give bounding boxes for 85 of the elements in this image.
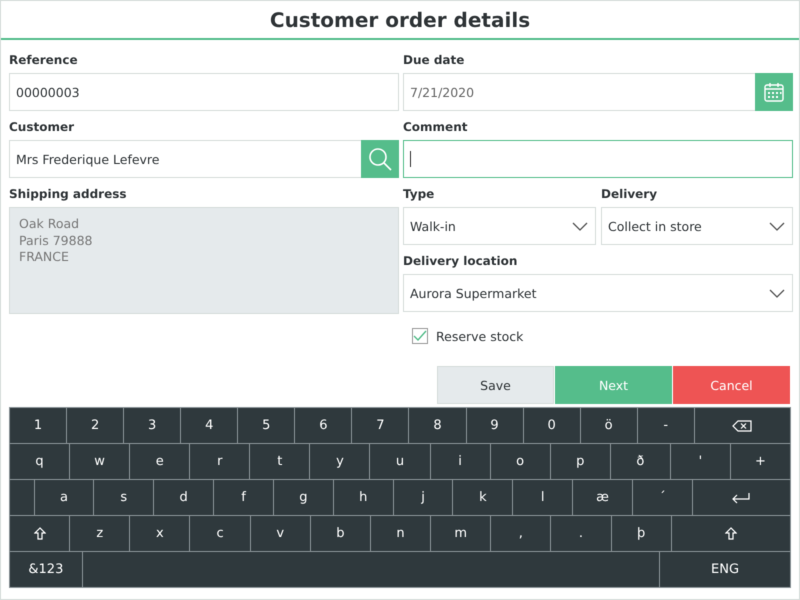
keyboard-key[interactable]: p (550, 444, 610, 479)
backspace-icon (732, 420, 752, 432)
save-button[interactable]: Save (437, 366, 554, 404)
checkbox[interactable] (412, 328, 428, 344)
chevron-down-icon (572, 222, 588, 230)
keyboard-key[interactable]: ' (670, 444, 730, 479)
keyboard-key[interactable]: 6 (295, 408, 352, 443)
shift-icon (724, 527, 737, 540)
search-button[interactable] (361, 140, 399, 178)
keyboard-key[interactable]: ´ (632, 480, 692, 515)
address-line: FRANCE (19, 249, 69, 266)
field-label: Delivery (601, 186, 658, 202)
shift-key[interactable] (10, 516, 70, 551)
address-line: Paris 79888 (19, 232, 92, 249)
language-key[interactable]: ENG (660, 552, 790, 587)
keyboard-key[interactable]: - (638, 408, 694, 443)
keyboard-key[interactable]: z (70, 516, 130, 551)
comment-field[interactable] (403, 140, 793, 178)
symbols-key[interactable]: &123 (10, 552, 82, 587)
keyboard-key[interactable]: l (513, 480, 572, 515)
field-label: Shipping address (9, 186, 127, 202)
keyboard-key[interactable]: j (394, 480, 452, 515)
keyboard-key[interactable]: 2 (67, 408, 124, 443)
keyboard-key[interactable]: a (34, 480, 94, 515)
keyboard-key[interactable]: ð (610, 444, 670, 479)
keyboard-key[interactable]: q (10, 444, 70, 479)
keyboard-key[interactable]: v (250, 516, 310, 551)
keyboard-key[interactable]: o (490, 444, 550, 479)
keyboard-key[interactable]: . (551, 516, 611, 551)
keyboard-key[interactable]: d (154, 480, 214, 515)
dropdown[interactable]: Collect in store (601, 207, 793, 245)
keyboard-key[interactable]: 7 (352, 408, 408, 443)
keyboard-key[interactable]: 3 (124, 408, 180, 443)
keyboard-key[interactable]: 8 (409, 408, 466, 443)
field-label: Delivery location (403, 253, 518, 269)
keyboard-key[interactable]: e (130, 444, 190, 479)
shift-icon (34, 527, 46, 540)
keyboard-key[interactable]: , (491, 516, 550, 551)
field-label: Due date (403, 52, 464, 68)
keyboard-key[interactable]: m (431, 516, 490, 551)
keyboard-key[interactable]: u (370, 444, 430, 479)
keyboard-key[interactable]: s (94, 480, 154, 515)
keyboard-key[interactable]: þ (612, 516, 671, 551)
field-label: Type (403, 186, 434, 202)
keyboard-key[interactable]: y (310, 444, 370, 479)
enter-key[interactable] (692, 480, 790, 515)
address-line: Oak Road (19, 216, 80, 232)
enter-icon (731, 492, 752, 504)
date-field[interactable]: 7/21/2020 (403, 73, 793, 111)
calendar-icon (763, 81, 785, 103)
field-label: Reference (9, 52, 78, 68)
keyboard-key[interactable]: b (310, 516, 370, 551)
reference-field[interactable]: 00000003 (9, 73, 399, 111)
keyboard-key[interactable]: 5 (238, 408, 294, 443)
keyboard-key[interactable]: g (274, 480, 333, 515)
keyboard-key[interactable]: 0 (524, 408, 580, 443)
keyboard-key[interactable]: 9 (466, 408, 523, 443)
field-label: Comment (403, 119, 468, 135)
keyboard-key[interactable]: n (370, 516, 430, 551)
search-icon (368, 147, 392, 171)
backspace-key[interactable] (694, 408, 790, 443)
checkbox-label: Reserve stock (436, 328, 524, 344)
shift-key[interactable] (672, 516, 790, 551)
keyboard-key[interactable]: h (334, 480, 393, 515)
field-label: Customer (9, 119, 74, 135)
dropdown[interactable]: Aurora Supermarket (403, 274, 793, 312)
page-title: Customer order details (270, 8, 530, 32)
keyboard-key[interactable]: t (250, 444, 310, 479)
keyboard-key[interactable]: f (214, 480, 273, 515)
keyboard-key[interactable]: r (190, 444, 250, 479)
keyboard-key[interactable]: 1 (10, 408, 66, 443)
keyboard-key[interactable]: ö (580, 408, 637, 443)
keyboard-key[interactable]: k (453, 480, 512, 515)
customer-field[interactable]: Mrs Frederique Lefevre (9, 140, 399, 178)
dropdown[interactable]: Walk-in (403, 207, 596, 245)
keyboard-key[interactable]: c (190, 516, 250, 551)
keyboard-key[interactable]: + (730, 444, 790, 479)
calendar-button[interactable] (755, 73, 793, 111)
keyboard-key[interactable]: æ (573, 480, 632, 515)
keyboard-key[interactable]: w (70, 444, 130, 479)
keyboard-key[interactable]: i (430, 444, 490, 479)
chevron-down-icon (769, 288, 785, 298)
keyboard-key[interactable]: x (130, 516, 190, 551)
chevron-down-icon (769, 222, 785, 230)
keyboard-key[interactable]: 4 (181, 408, 238, 443)
